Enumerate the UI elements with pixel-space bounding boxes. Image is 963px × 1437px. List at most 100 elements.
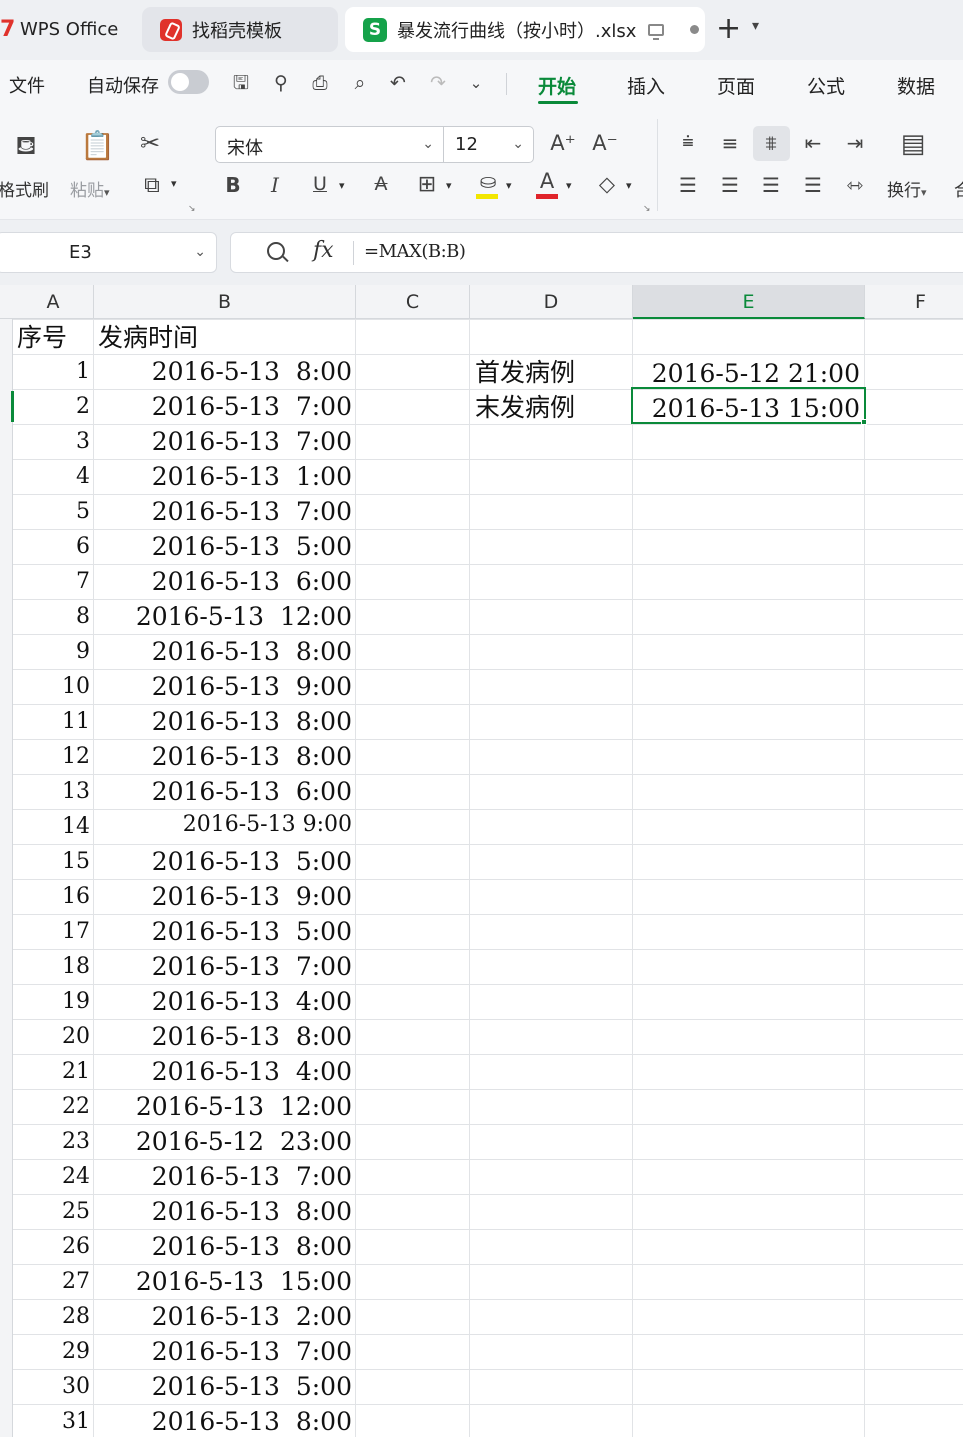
unsaved-dot-icon[interactable]: [690, 25, 700, 34]
align-right-icon[interactable]: ☰: [759, 173, 783, 197]
quick-access-chevron-icon[interactable]: ⌄: [464, 71, 488, 95]
tab-docer-templates[interactable]: 找稻壳模板: [142, 7, 338, 52]
formula-text[interactable]: =MAX(B:B): [364, 241, 466, 262]
onset-time-cell[interactable]: 2016-5-13 7:00: [94, 499, 352, 524]
row-number-cell[interactable]: 28: [13, 1306, 90, 1328]
onset-time-cell[interactable]: 2016-5-13 9:00: [94, 814, 352, 836]
row-number-cell[interactable]: 27: [13, 1271, 90, 1293]
format-painter-label[interactable]: 格式刷: [0, 176, 49, 201]
zoom-icon[interactable]: [267, 242, 285, 260]
tab-wps-office[interactable]: 7 WPS Office: [0, 7, 129, 52]
row-number-cell[interactable]: 20: [13, 1026, 90, 1048]
strikethrough-icon[interactable]: A: [370, 173, 392, 195]
column-header-b[interactable]: B: [94, 285, 356, 319]
onset-time-cell[interactable]: 2016-5-13 2:00: [94, 1304, 352, 1329]
onset-time-cell[interactable]: 2016-5-13 5:00: [94, 1374, 352, 1399]
fill-handle[interactable]: [861, 419, 867, 425]
onset-time-cell[interactable]: 2016-5-13 7:00: [94, 429, 352, 454]
row-number-cell[interactable]: 13: [13, 781, 90, 803]
onset-time-cell[interactable]: 2016-5-13 5:00: [94, 534, 352, 559]
onset-time-cell[interactable]: 2016-5-13 7:00: [94, 954, 352, 979]
row-number-cell[interactable]: 1: [13, 361, 90, 383]
decrease-font-icon[interactable]: A⁻: [592, 131, 618, 155]
cell-e2[interactable]: 2016-5-12 21:00: [633, 361, 860, 386]
onset-time-cell[interactable]: 2016-5-13 7:00: [94, 1339, 352, 1364]
italic-icon[interactable]: I: [264, 173, 286, 197]
monitor-icon[interactable]: [648, 23, 665, 40]
onset-time-cell[interactable]: 2016-5-13 8:00: [94, 709, 352, 734]
row-number-cell[interactable]: 29: [13, 1341, 90, 1363]
cell-d3[interactable]: 末发病例: [475, 395, 575, 420]
wrap-text-icon[interactable]: ▤: [896, 129, 930, 159]
file-menu[interactable]: 文件: [9, 72, 45, 98]
onset-time-cell[interactable]: 2016-5-13 8:00: [94, 744, 352, 769]
increase-indent-icon[interactable]: ⇥: [842, 131, 868, 155]
onset-time-cell[interactable]: 2016-5-13 8:00: [94, 1409, 352, 1434]
row-number-cell[interactable]: 4: [13, 466, 90, 488]
share-icon[interactable]: ⚲: [269, 71, 293, 95]
print-icon[interactable]: ⎙: [308, 71, 332, 95]
worksheet-grid[interactable]: A B C D E F 序号 发病时间 首发病例 末发病例 2016-5-12 …: [0, 285, 963, 1437]
tab-formulas[interactable]: 公式: [807, 72, 845, 99]
column-header-a[interactable]: A: [13, 285, 94, 319]
onset-time-cell[interactable]: 2016-5-13 6:00: [94, 569, 352, 594]
row-number-cell[interactable]: 7: [13, 571, 90, 593]
tab-active-workbook[interactable]: S 暴发流行曲线（按小时）.xlsx: [345, 7, 705, 52]
copy-chevron-icon[interactable]: ▾: [171, 177, 177, 190]
chevron-down-icon[interactable]: ▾: [752, 18, 759, 34]
onset-time-cell[interactable]: 2016-5-13 5:00: [94, 849, 352, 874]
row-number-cell[interactable]: 16: [13, 886, 90, 908]
cell-d2[interactable]: 首发病例: [475, 360, 575, 385]
onset-time-cell[interactable]: 2016-5-13 7:00: [94, 1164, 352, 1189]
border-icon[interactable]: ⊞: [415, 172, 439, 197]
row-number-cell[interactable]: 19: [13, 991, 90, 1013]
row-number-cell[interactable]: 12: [13, 746, 90, 768]
font-launcher-icon[interactable]: ↘: [643, 204, 651, 214]
row-number-cell[interactable]: 24: [13, 1166, 90, 1188]
name-box[interactable]: E3 ⌄: [0, 232, 217, 273]
row-number-cell[interactable]: 21: [13, 1061, 90, 1083]
row-number-cell[interactable]: 2: [13, 396, 90, 418]
row-number-cell[interactable]: 23: [13, 1131, 90, 1153]
onset-time-cell[interactable]: 2016-5-13 8:00: [94, 1199, 352, 1224]
onset-time-cell[interactable]: 2016-5-13 8:00: [94, 1234, 352, 1259]
row-number-cell[interactable]: 26: [13, 1236, 90, 1258]
undo-icon[interactable]: ↶: [386, 71, 410, 95]
row-number-cell[interactable]: 8: [13, 606, 90, 628]
onset-time-cell[interactable]: 2016-5-13 5:00: [94, 919, 352, 944]
decrease-indent-icon[interactable]: ⇤: [800, 131, 826, 155]
font-name-select[interactable]: 宋体 ⌄: [215, 126, 444, 163]
onset-time-cell[interactable]: 2016-5-13 7:00: [94, 394, 352, 419]
onset-time-cell[interactable]: 2016-5-13 8:00: [94, 639, 352, 664]
copy-icon[interactable]: ⧉: [138, 173, 166, 198]
underline-icon[interactable]: U: [309, 173, 331, 195]
border-chevron-icon[interactable]: ▾: [446, 179, 452, 192]
row-number-cell[interactable]: 9: [13, 641, 90, 663]
eraser-chevron-icon[interactable]: ▾: [626, 179, 632, 192]
onset-time-cell[interactable]: 2016-5-13 4:00: [94, 989, 352, 1014]
align-left-icon[interactable]: ☰: [676, 173, 700, 197]
align-center-icon[interactable]: ☰: [718, 173, 742, 197]
column-header-c[interactable]: C: [356, 285, 470, 319]
column-header-e[interactable]: E: [633, 285, 865, 319]
row-number-cell[interactable]: 31: [13, 1411, 90, 1433]
row-number-cell[interactable]: 17: [13, 921, 90, 943]
fx-icon[interactable]: fx: [313, 238, 334, 263]
tab-home[interactable]: 开始: [538, 72, 576, 99]
onset-time-cell[interactable]: 2016-5-13 1:00: [94, 464, 352, 489]
print-preview-icon[interactable]: ⌕: [348, 71, 372, 95]
onset-time-cell[interactable]: 2016-5-13 4:00: [94, 1059, 352, 1084]
onset-time-cell[interactable]: 2016-5-13 6:00: [94, 779, 352, 804]
clipboard-launcher-icon[interactable]: ↘: [188, 204, 196, 214]
column-header-f[interactable]: F: [865, 285, 963, 319]
align-middle-icon[interactable]: ≡: [718, 131, 742, 155]
increase-font-icon[interactable]: A⁺: [550, 131, 576, 155]
column-header-d[interactable]: D: [470, 285, 633, 319]
row-header-gutter[interactable]: [0, 319, 13, 1437]
row-number-cell[interactable]: 3: [13, 431, 90, 453]
redo-icon[interactable]: ↷: [426, 71, 450, 95]
bold-icon[interactable]: B: [222, 173, 244, 197]
font-size-select[interactable]: 12 ⌄: [443, 126, 534, 163]
tab-insert[interactable]: 插入: [627, 72, 665, 99]
autosave-toggle[interactable]: [168, 70, 209, 94]
